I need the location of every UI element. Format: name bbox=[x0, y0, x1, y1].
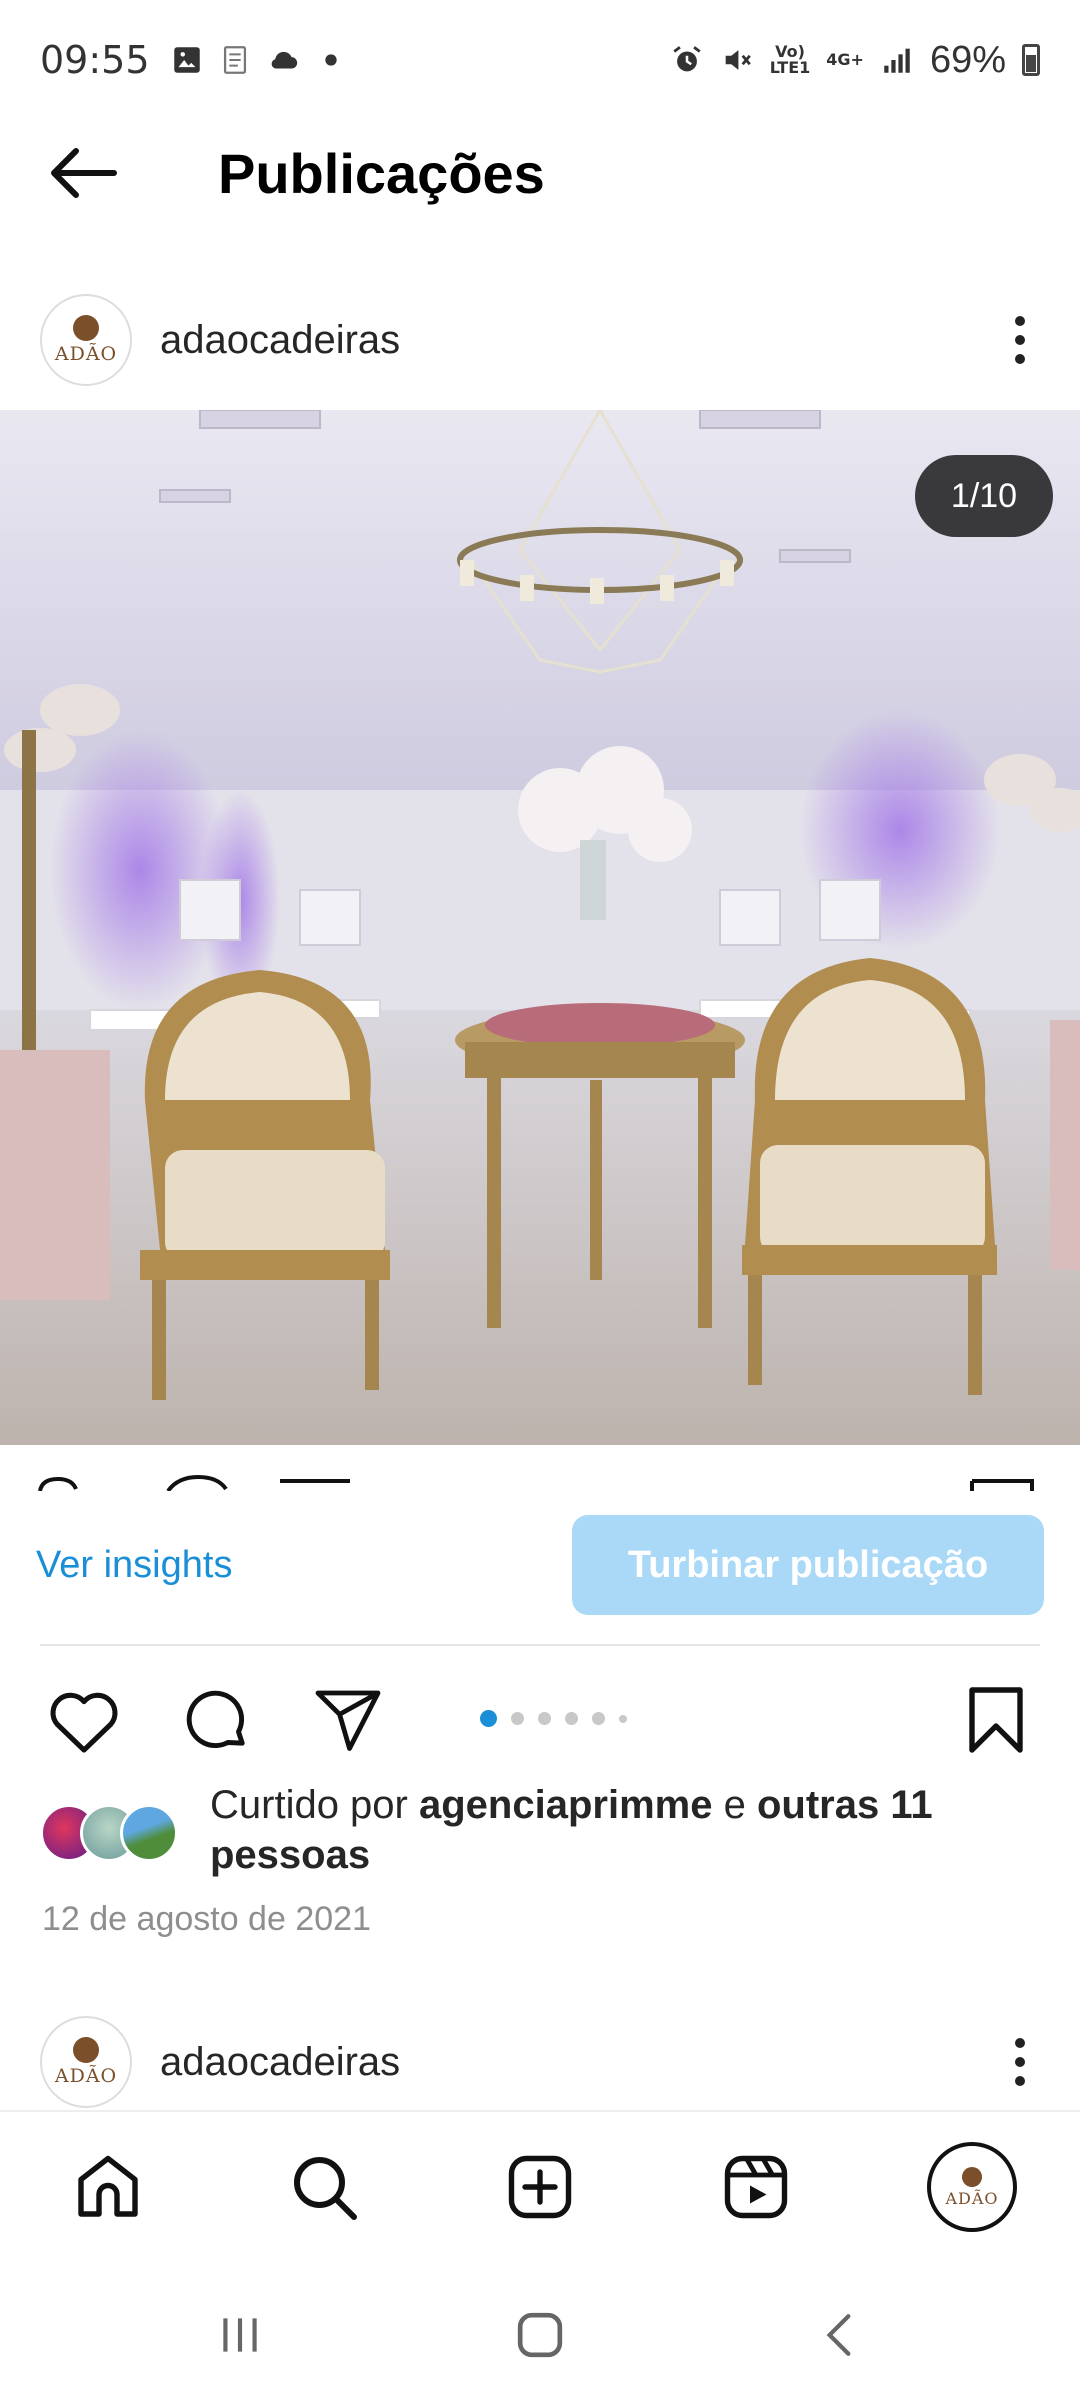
insights-bar: Ver insights Turbinar publicação bbox=[0, 1515, 1080, 1615]
likes-prefix: Curtido por bbox=[210, 1783, 408, 1827]
avatar: ADÃO bbox=[934, 2149, 1010, 2225]
network-type-badge: 4G+ bbox=[826, 50, 864, 69]
status-time: 09:55 bbox=[40, 38, 150, 82]
post-action-row bbox=[0, 1670, 1080, 1770]
view-insights-link[interactable]: Ver insights bbox=[36, 1544, 232, 1587]
carousel-dot bbox=[592, 1712, 605, 1725]
liker-username[interactable]: agenciaprimme bbox=[419, 1783, 712, 1827]
carousel-dot bbox=[511, 1712, 524, 1725]
nav-search-button[interactable] bbox=[274, 2137, 374, 2237]
send-icon bbox=[315, 1690, 381, 1751]
carousel-dot bbox=[565, 1712, 578, 1725]
bookmark-icon bbox=[969, 1687, 1023, 1753]
home-square-icon bbox=[517, 2312, 563, 2358]
home-icon bbox=[78, 2155, 138, 2217]
recent-apps-button[interactable] bbox=[195, 2300, 285, 2370]
nav-reels-button[interactable] bbox=[706, 2137, 806, 2237]
carousel-dot bbox=[480, 1710, 497, 1727]
obscured-action-row bbox=[0, 1445, 1080, 1491]
reels-icon bbox=[724, 2155, 788, 2219]
home-system-button[interactable] bbox=[495, 2300, 585, 2370]
add-post-icon bbox=[508, 2155, 572, 2219]
signal-icon bbox=[884, 48, 910, 73]
document-icon bbox=[223, 46, 246, 74]
gallery-icon bbox=[173, 47, 200, 73]
nav-home-button[interactable] bbox=[58, 2137, 158, 2237]
heart-icon bbox=[50, 1692, 118, 1753]
mute-icon bbox=[725, 50, 751, 70]
post-username[interactable]: adaocadeiras bbox=[160, 2040, 400, 2085]
battery-percent: 69% bbox=[929, 38, 1006, 81]
volte-badge: Vo) LTE1 bbox=[769, 42, 811, 77]
more-options-button[interactable] bbox=[1000, 2027, 1040, 2097]
arrow-left-icon bbox=[51, 148, 117, 198]
carousel-indicator bbox=[480, 1710, 627, 1727]
save-button[interactable] bbox=[956, 1680, 1036, 1760]
avatar-logo-text: ADÃO bbox=[945, 2188, 999, 2208]
post-image[interactable]: 1/10 bbox=[0, 410, 1080, 1445]
back-system-button[interactable] bbox=[795, 2300, 885, 2370]
likes-text: Curtido por agenciaprimme e outras 11 pe… bbox=[210, 1780, 1010, 1880]
alarm-icon bbox=[673, 46, 701, 72]
liker-avatars bbox=[40, 1804, 180, 1868]
carousel-dot bbox=[538, 1712, 551, 1725]
post-username[interactable]: adaocadeiras bbox=[160, 318, 400, 363]
avatar[interactable]: ADÃO bbox=[40, 2016, 132, 2108]
post-header: ADÃO adaocadeiras bbox=[0, 275, 1080, 405]
comment-button[interactable] bbox=[176, 1680, 256, 1760]
page-title: Publicações bbox=[218, 141, 545, 205]
search-icon bbox=[294, 2157, 357, 2220]
likes-connector: e bbox=[723, 1783, 746, 1827]
likes-summary[interactable]: Curtido por agenciaprimme e outras 11 pe… bbox=[40, 1780, 1040, 1880]
recent-apps-icon bbox=[223, 2318, 257, 2352]
share-button[interactable] bbox=[308, 1680, 388, 1760]
avatar[interactable]: ADÃO bbox=[40, 294, 132, 386]
back-button[interactable] bbox=[22, 120, 142, 226]
notification-dot-icon bbox=[324, 54, 337, 66]
like-button[interactable] bbox=[44, 1680, 124, 1760]
battery-icon bbox=[1022, 44, 1040, 76]
logo-mark-icon bbox=[962, 2166, 982, 2187]
post-date: 12 de agosto de 2021 bbox=[42, 1900, 371, 1938]
status-bar: 09:55 Vo) LTE1 4G+ 69% bbox=[0, 0, 1080, 120]
system-navigation-bar bbox=[0, 2270, 1080, 2400]
profile-avatar-ring: ADÃO bbox=[927, 2142, 1017, 2232]
event-hall-photo bbox=[0, 410, 1080, 1445]
avatar-logo-text: ADÃO bbox=[54, 2065, 118, 2087]
cloud-icon bbox=[271, 51, 297, 69]
more-options-button[interactable] bbox=[1000, 305, 1040, 375]
chevron-left-icon bbox=[826, 2314, 851, 2356]
avatar-logo-text: ADÃO bbox=[54, 343, 118, 365]
bottom-navigation: ADÃO bbox=[0, 2110, 1080, 2260]
liker-avatar bbox=[120, 1804, 178, 1862]
nav-create-button[interactable] bbox=[490, 2137, 590, 2237]
carousel-counter-badge: 1/10 bbox=[915, 455, 1053, 537]
nav-profile-button[interactable]: ADÃO bbox=[922, 2137, 1022, 2237]
top-app-bar: Publicações bbox=[0, 120, 1080, 226]
logo-mark-icon bbox=[73, 2037, 99, 2063]
boost-post-button[interactable]: Turbinar publicação bbox=[572, 1515, 1044, 1615]
logo-mark-icon bbox=[73, 315, 99, 341]
comment-icon bbox=[186, 1690, 245, 1749]
carousel-dot bbox=[619, 1714, 627, 1723]
next-post-header: ADÃO adaocadeiras bbox=[0, 1997, 1080, 2127]
divider bbox=[40, 1644, 1040, 1646]
